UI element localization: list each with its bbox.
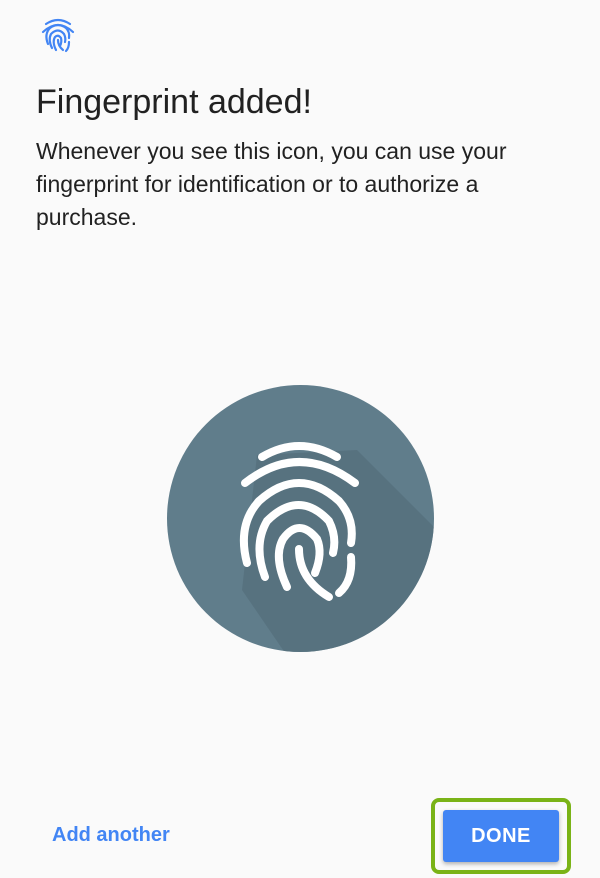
page-title: Fingerprint added! <box>36 83 312 121</box>
fingerprint-hero-icon <box>167 385 434 652</box>
done-button[interactable]: DONE <box>443 810 559 862</box>
fingerprint-setup-screen: Fingerprint added! Whenever you see this… <box>0 0 600 878</box>
add-another-button[interactable]: Add another <box>52 824 170 847</box>
page-description: Whenever you see this icon, you can use … <box>36 138 507 230</box>
fingerprint-icon <box>41 18 75 53</box>
